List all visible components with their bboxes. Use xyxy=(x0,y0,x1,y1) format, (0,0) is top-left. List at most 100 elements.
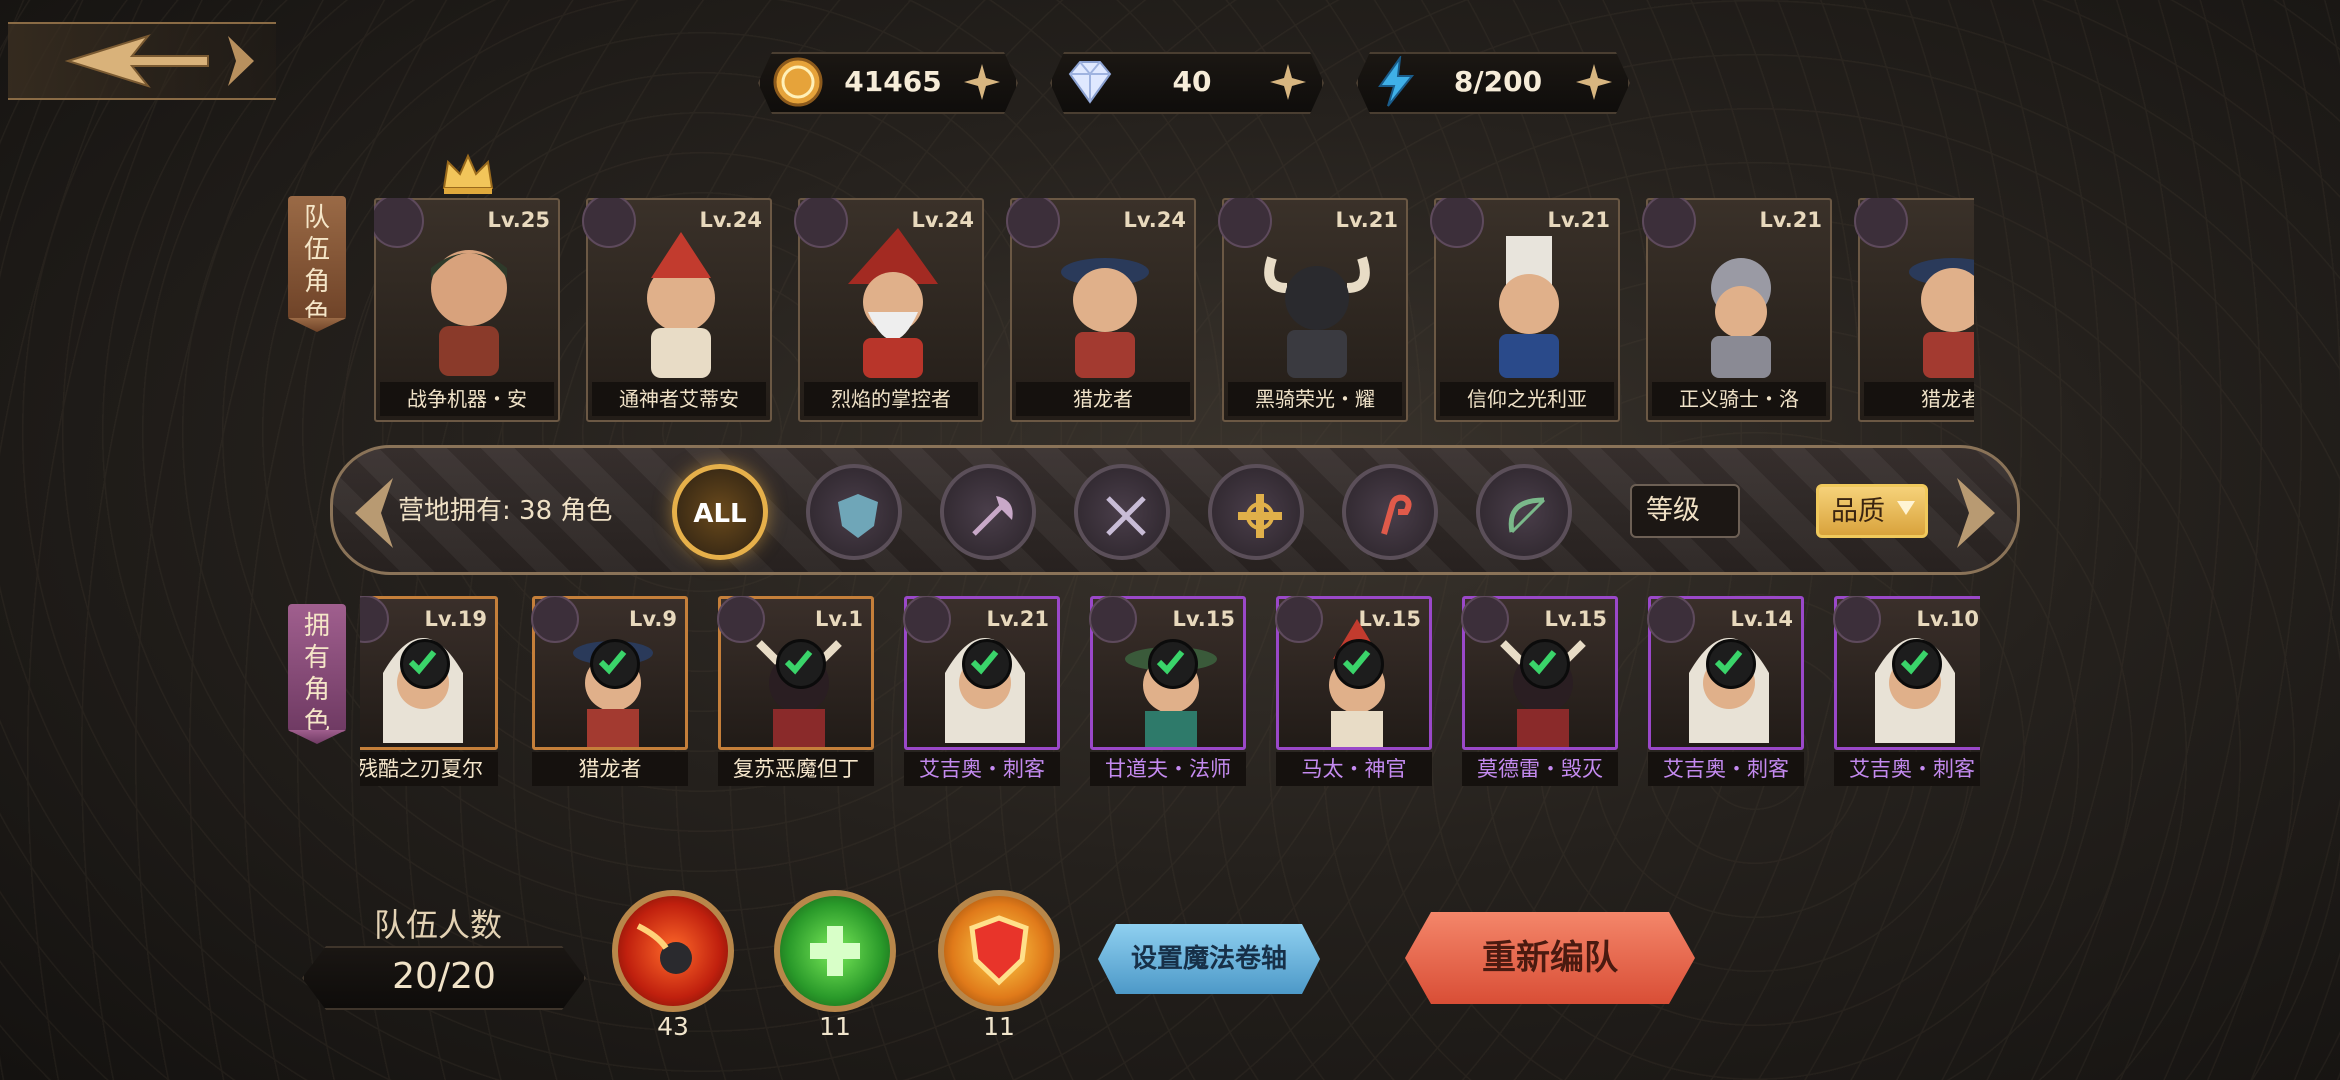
team-tab-label: 队伍角色 xyxy=(303,203,330,329)
team-size-value: 20/20 xyxy=(302,946,586,1010)
selected-check-icon xyxy=(962,639,1012,689)
character-name: 黑骑荣光・耀 xyxy=(1228,382,1402,416)
gold-coin-icon xyxy=(772,56,824,108)
owned-tab-label: 拥有角色 xyxy=(303,611,330,737)
owned-characters-tab[interactable]: 拥有角色 xyxy=(288,604,346,744)
fireball-skill-button[interactable] xyxy=(612,890,734,1012)
dropdown-arrow-icon xyxy=(1897,501,1915,515)
energy-amount: 8/200 xyxy=(1453,65,1543,98)
character-portrait xyxy=(1499,236,1559,378)
owned-character-name: 残酷之刃夏尔 xyxy=(360,752,498,786)
filter-axe-button[interactable] xyxy=(940,464,1036,560)
character-portrait xyxy=(647,232,715,378)
heal-skill-count: 11 xyxy=(819,1012,851,1041)
team-card[interactable]: 猎龙者 xyxy=(1854,198,1974,422)
owned-card[interactable]: Lv.15 xyxy=(1089,596,1246,750)
character-portrait xyxy=(1909,258,1974,378)
character-name: 通神者艾蒂安 xyxy=(592,382,766,416)
owned-character-name: 莫德雷・毁灭 xyxy=(1462,752,1618,786)
team-card[interactable]: Lv.25 战争机器・安 xyxy=(374,198,560,422)
team-card[interactable]: Lv.21 黑骑荣光・耀 xyxy=(1218,198,1408,422)
diamond-resource: 40 xyxy=(1050,52,1324,114)
owned-count-text: 营地拥有: 38 角色 xyxy=(398,496,613,526)
sort-level-button[interactable]: 等级 xyxy=(1630,484,1740,538)
character-portrait xyxy=(1711,258,1771,378)
leader-crown-icon xyxy=(442,153,494,194)
add-diamond-icon[interactable] xyxy=(1268,62,1308,102)
character-name: 战争机器・安 xyxy=(380,382,554,416)
character-name: 信仰之光利亚 xyxy=(1440,382,1614,416)
gold-resource: 41465 xyxy=(758,52,1018,114)
shield-skill-button[interactable] xyxy=(938,890,1060,1012)
owned-card[interactable]: Lv.15 xyxy=(1275,596,1432,750)
owned-character-name: 甘道夫・法师 xyxy=(1090,752,1246,786)
filter-left-arrow-icon xyxy=(355,478,393,548)
filter-right-arrow-icon xyxy=(1957,478,1995,548)
sort-quality-button[interactable]: 品质 xyxy=(1816,484,1928,538)
mage-class-icon xyxy=(1381,494,1412,535)
team-card[interactable]: Lv.24 猎龙者 xyxy=(1006,198,1196,422)
sort-quality-label: 品质 xyxy=(1831,496,1885,527)
character-portrait xyxy=(1264,256,1370,378)
energy-resource: 8/200 xyxy=(1356,52,1630,114)
team-characters-tab[interactable]: 队伍角色 xyxy=(288,196,346,332)
team-size-label: 队伍人数 xyxy=(374,906,503,944)
gold-amount: 41465 xyxy=(844,65,942,98)
selected-check-icon xyxy=(1706,639,1756,689)
owned-card[interactable]: Lv.14 xyxy=(1647,596,1804,750)
filter-all-label: ALL xyxy=(693,499,747,529)
character-name: 烈焰的掌控者 xyxy=(804,382,978,416)
character-portrait xyxy=(431,250,507,376)
sort-level-label: 等级 xyxy=(1646,495,1700,526)
filter-shield-button[interactable] xyxy=(806,464,902,560)
team-roster: Lv.25 战争机器・安 Lv.24 通神者艾蒂安 Lv.24 烈焰的掌控者 L… xyxy=(374,198,1974,424)
owned-character-name: 艾吉奥・刺客 xyxy=(1648,752,1804,786)
selected-check-icon xyxy=(1148,639,1198,689)
heal-skill-button[interactable] xyxy=(774,890,896,1012)
team-card[interactable]: Lv.24 烈焰的掌控者 xyxy=(794,198,984,422)
reform-team-button[interactable]: 重新编队 xyxy=(1405,912,1695,1004)
filter-mage-button[interactable] xyxy=(1342,464,1438,560)
selected-check-icon xyxy=(1520,639,1570,689)
shield-skill-count: 11 xyxy=(983,1012,1015,1041)
team-card[interactable]: Lv.24 通神者艾蒂安 xyxy=(582,198,772,422)
filter-priest-button[interactable] xyxy=(1208,464,1304,560)
back-button[interactable] xyxy=(8,22,276,100)
selected-check-icon xyxy=(400,639,450,689)
owned-character-name: 艾吉奥・刺客 xyxy=(1834,752,1980,786)
owned-character-name: 复苏恶魔但丁 xyxy=(718,752,874,786)
owned-characters-list: Lv.19 残酷之刃夏尔 Lv.9 猎龙者 Lv.1 复苏恶魔但丁 Lv.21 … xyxy=(360,596,1980,792)
owned-card[interactable]: Lv.21 xyxy=(903,596,1060,750)
fireball-skill-count: 43 xyxy=(657,1012,689,1041)
back-arrow-icon xyxy=(64,34,254,88)
character-name: 正义骑士・洛 xyxy=(1652,382,1826,416)
selected-check-icon xyxy=(590,639,640,689)
character-name: 猎龙者 xyxy=(1016,382,1190,416)
axe-class-icon xyxy=(972,496,1013,536)
filter-all-button[interactable]: ALL xyxy=(672,464,768,560)
filter-bow-button[interactable] xyxy=(1476,464,1572,560)
selected-check-icon xyxy=(776,639,826,689)
owned-card[interactable]: Lv.10 xyxy=(1833,596,1980,750)
shield-skill-icon xyxy=(969,915,1029,986)
selected-check-icon xyxy=(1334,639,1384,689)
team-card[interactable]: Lv.21 正义骑士・洛 xyxy=(1642,198,1832,422)
owned-card[interactable]: Lv.15 xyxy=(1461,596,1618,750)
swords-class-icon xyxy=(1106,496,1146,536)
fireball-skill-icon xyxy=(636,923,692,974)
owned-card[interactable]: Lv.19 xyxy=(360,596,498,750)
filter-swords-button[interactable] xyxy=(1074,464,1170,560)
owned-character-name: 猎龙者 xyxy=(532,752,688,786)
team-card[interactable]: Lv.21 信仰之光利亚 xyxy=(1430,198,1620,422)
owned-character-name: 艾吉奥・刺客 xyxy=(904,752,1060,786)
diamond-amount: 40 xyxy=(1172,65,1212,98)
heal-skill-icon xyxy=(810,926,860,976)
diamond-icon xyxy=(1064,56,1116,108)
add-gold-icon[interactable] xyxy=(962,62,1002,102)
owned-card[interactable]: Lv.9 xyxy=(531,596,688,750)
set-magic-scroll-button[interactable]: 设置魔法卷轴 xyxy=(1098,924,1320,994)
add-energy-icon[interactable] xyxy=(1574,62,1614,102)
owned-card[interactable]: Lv.1 xyxy=(717,596,874,750)
owned-character-name: 马太・神官 xyxy=(1276,752,1432,786)
character-name: 猎龙者 xyxy=(1864,382,1974,416)
